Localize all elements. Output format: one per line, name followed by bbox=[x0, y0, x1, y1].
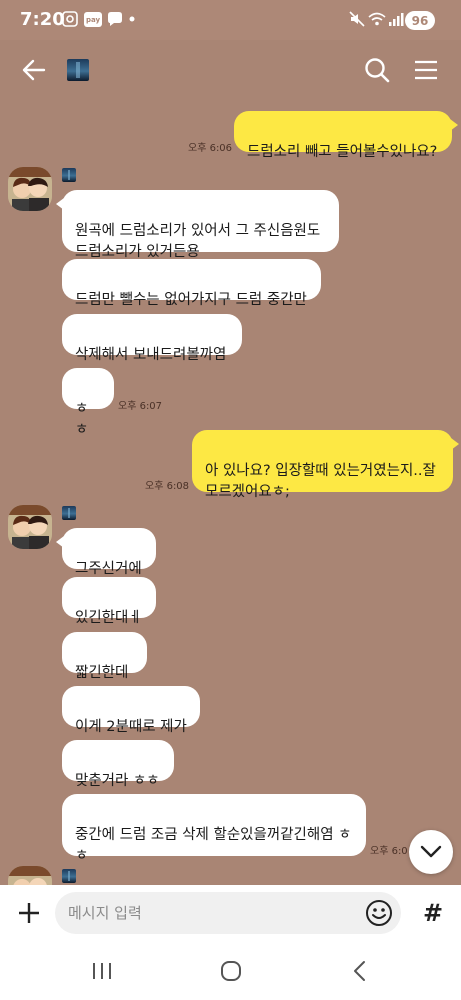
emoji-icon[interactable] bbox=[364, 898, 394, 928]
sender-name-image bbox=[62, 168, 76, 182]
message-incoming[interactable]: 맞춘거라 ㅎㅎ bbox=[62, 740, 174, 789]
message-outgoing[interactable]: 드럼소리 빼고 들어볼수있나요? bbox=[234, 111, 458, 160]
message-text: 삭제해서 보내드려볼까염 bbox=[75, 347, 227, 363]
hamburger-menu-icon[interactable] bbox=[413, 57, 439, 83]
hashtag-icon[interactable]: # bbox=[416, 898, 450, 928]
message-text: 드럼만 뺄수는 없어가지구 드럼 중간만 bbox=[75, 292, 307, 308]
chat-room-avatar[interactable] bbox=[67, 59, 89, 81]
pay-badge: pay bbox=[84, 12, 102, 27]
message-text: 맞춘거라 ㅎㅎ bbox=[75, 773, 160, 789]
arrow-left-icon[interactable] bbox=[20, 56, 48, 84]
message-incoming[interactable]: 드럼만 뺄수는 없어가지구 드럼 중간만 bbox=[62, 259, 321, 308]
system-nav-bar bbox=[0, 945, 461, 1000]
message-text: 그주신거에 bbox=[75, 561, 142, 577]
message-incoming[interactable]: 그주신거에 bbox=[56, 528, 156, 577]
message-timestamp: 오후 6:07 bbox=[118, 401, 163, 412]
message-text: 아 있나요? 입장할때 있는거였는지..잘 모르겠어요ㅎ; bbox=[205, 463, 436, 500]
message-timestamp: 오후 6:06 bbox=[188, 143, 233, 154]
sender-profile-avatar[interactable] bbox=[8, 866, 52, 885]
signal-icon bbox=[388, 11, 404, 27]
message-incoming[interactable]: 중간에 드럼 조금 삭제 할순있을꺼같긴해염 ㅎ ㅎ bbox=[62, 794, 366, 864]
recent-apps-icon[interactable] bbox=[89, 960, 115, 982]
battery-indicator: 96 bbox=[405, 11, 435, 30]
search-icon[interactable] bbox=[363, 56, 391, 84]
message-text: 있긴한대ㅔ bbox=[75, 610, 142, 626]
message-input-wrapper bbox=[55, 892, 401, 934]
message-outgoing[interactable]: 아 있나요? 입장할때 있는거였는지..잘 모르겠어요ㅎ; bbox=[192, 430, 459, 500]
sender-name-image bbox=[62, 506, 76, 520]
message-text: 짧긴한데 bbox=[75, 665, 129, 681]
message-incoming[interactable]: 있긴한대ㅔ bbox=[62, 577, 156, 626]
message-timestamp: 오후 6:0 bbox=[370, 846, 408, 857]
message-text: ㅎㅎ bbox=[75, 401, 89, 438]
chat-bubble-icon bbox=[106, 11, 124, 27]
message-incoming[interactable]: 삭제해서 보내드려볼까염 bbox=[62, 314, 242, 363]
scroll-to-bottom-button[interactable] bbox=[409, 830, 453, 874]
dot-icon bbox=[128, 11, 136, 27]
plus-icon[interactable] bbox=[14, 898, 44, 928]
mute-icon bbox=[349, 11, 365, 27]
chat-header bbox=[0, 40, 461, 102]
screenshot-icon bbox=[62, 11, 78, 27]
message-input[interactable] bbox=[68, 892, 348, 934]
message-timestamp: 오후 6:08 bbox=[145, 481, 190, 492]
message-text: 중간에 드럼 조금 삭제 할순있을꺼같긴해염 ㅎ ㅎ bbox=[75, 827, 352, 864]
status-time: 7:20 bbox=[20, 9, 65, 30]
sender-profile-avatar[interactable] bbox=[8, 167, 52, 211]
message-incoming[interactable]: 이게 2분때로 제가 bbox=[62, 686, 200, 735]
wifi-icon bbox=[368, 11, 386, 27]
message-text: 원곡에 드럼소리가 있어서 그 주신음원도 드럼소리가 있거든용 bbox=[75, 223, 321, 260]
message-input-bar: # bbox=[0, 885, 461, 945]
back-icon[interactable] bbox=[350, 959, 370, 983]
chat-area[interactable]: 드럼소리 빼고 들어볼수있나요? 오후 6:06 원곡에 드럼소리가 있어서 그… bbox=[0, 40, 461, 885]
message-text: 드럼소리 빼고 들어볼수있나요? bbox=[247, 144, 438, 160]
message-incoming[interactable]: 짧긴한데 bbox=[62, 632, 147, 681]
home-icon[interactable] bbox=[219, 959, 243, 983]
message-incoming[interactable]: ㅎㅎ bbox=[62, 368, 114, 438]
sender-name-image bbox=[62, 869, 76, 883]
chevron-down-icon bbox=[420, 845, 442, 858]
sender-profile-avatar[interactable] bbox=[8, 505, 52, 549]
status-bar: 7:20 pay 96 bbox=[0, 0, 461, 40]
message-text: 이게 2분때로 제가 bbox=[75, 719, 187, 735]
message-incoming[interactable]: 원곡에 드럼소리가 있어서 그 주신음원도 드럼소리가 있거든용 bbox=[56, 190, 339, 260]
